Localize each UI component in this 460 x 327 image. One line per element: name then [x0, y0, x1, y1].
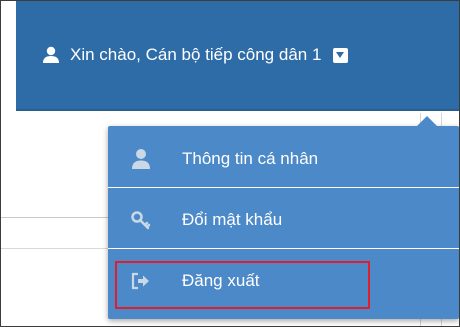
user-menu-toggle[interactable]: Xin chào, Cán bộ tiếp công dân 1 [16, 1, 459, 111]
sign-out-icon [130, 270, 152, 292]
menu-item-change-password[interactable]: Đổi mật khẩu [108, 189, 459, 251]
menu-item-profile[interactable]: Thông tin cá nhân [108, 128, 459, 190]
menu-divider [108, 248, 459, 249]
user-icon [42, 46, 60, 64]
menu-item-label: Thông tin cá nhân [182, 149, 319, 168]
user-dropdown-menu: Thông tin cá nhân Đổi mật khẩu Đăng xuất [108, 116, 459, 319]
menu-item-logout[interactable]: Đăng xuất [108, 250, 459, 312]
user-greeting: Xin chào, Cán bộ tiếp công dân 1 [70, 45, 322, 64]
table-divider [1, 217, 111, 218]
screenshot-frame: Xin chào, Cán bộ tiếp công dân 1 Thông t… [0, 0, 460, 327]
caret-down-icon[interactable] [333, 47, 349, 63]
top-bar: Xin chào, Cán bộ tiếp công dân 1 [1, 1, 459, 111]
key-icon [130, 209, 152, 231]
menu-item-label: Đổi mật khẩu [182, 210, 283, 229]
menu-item-label: Đăng xuất [182, 271, 260, 290]
table-divider [1, 248, 111, 249]
user-icon [130, 148, 152, 170]
menu-divider [108, 187, 459, 188]
